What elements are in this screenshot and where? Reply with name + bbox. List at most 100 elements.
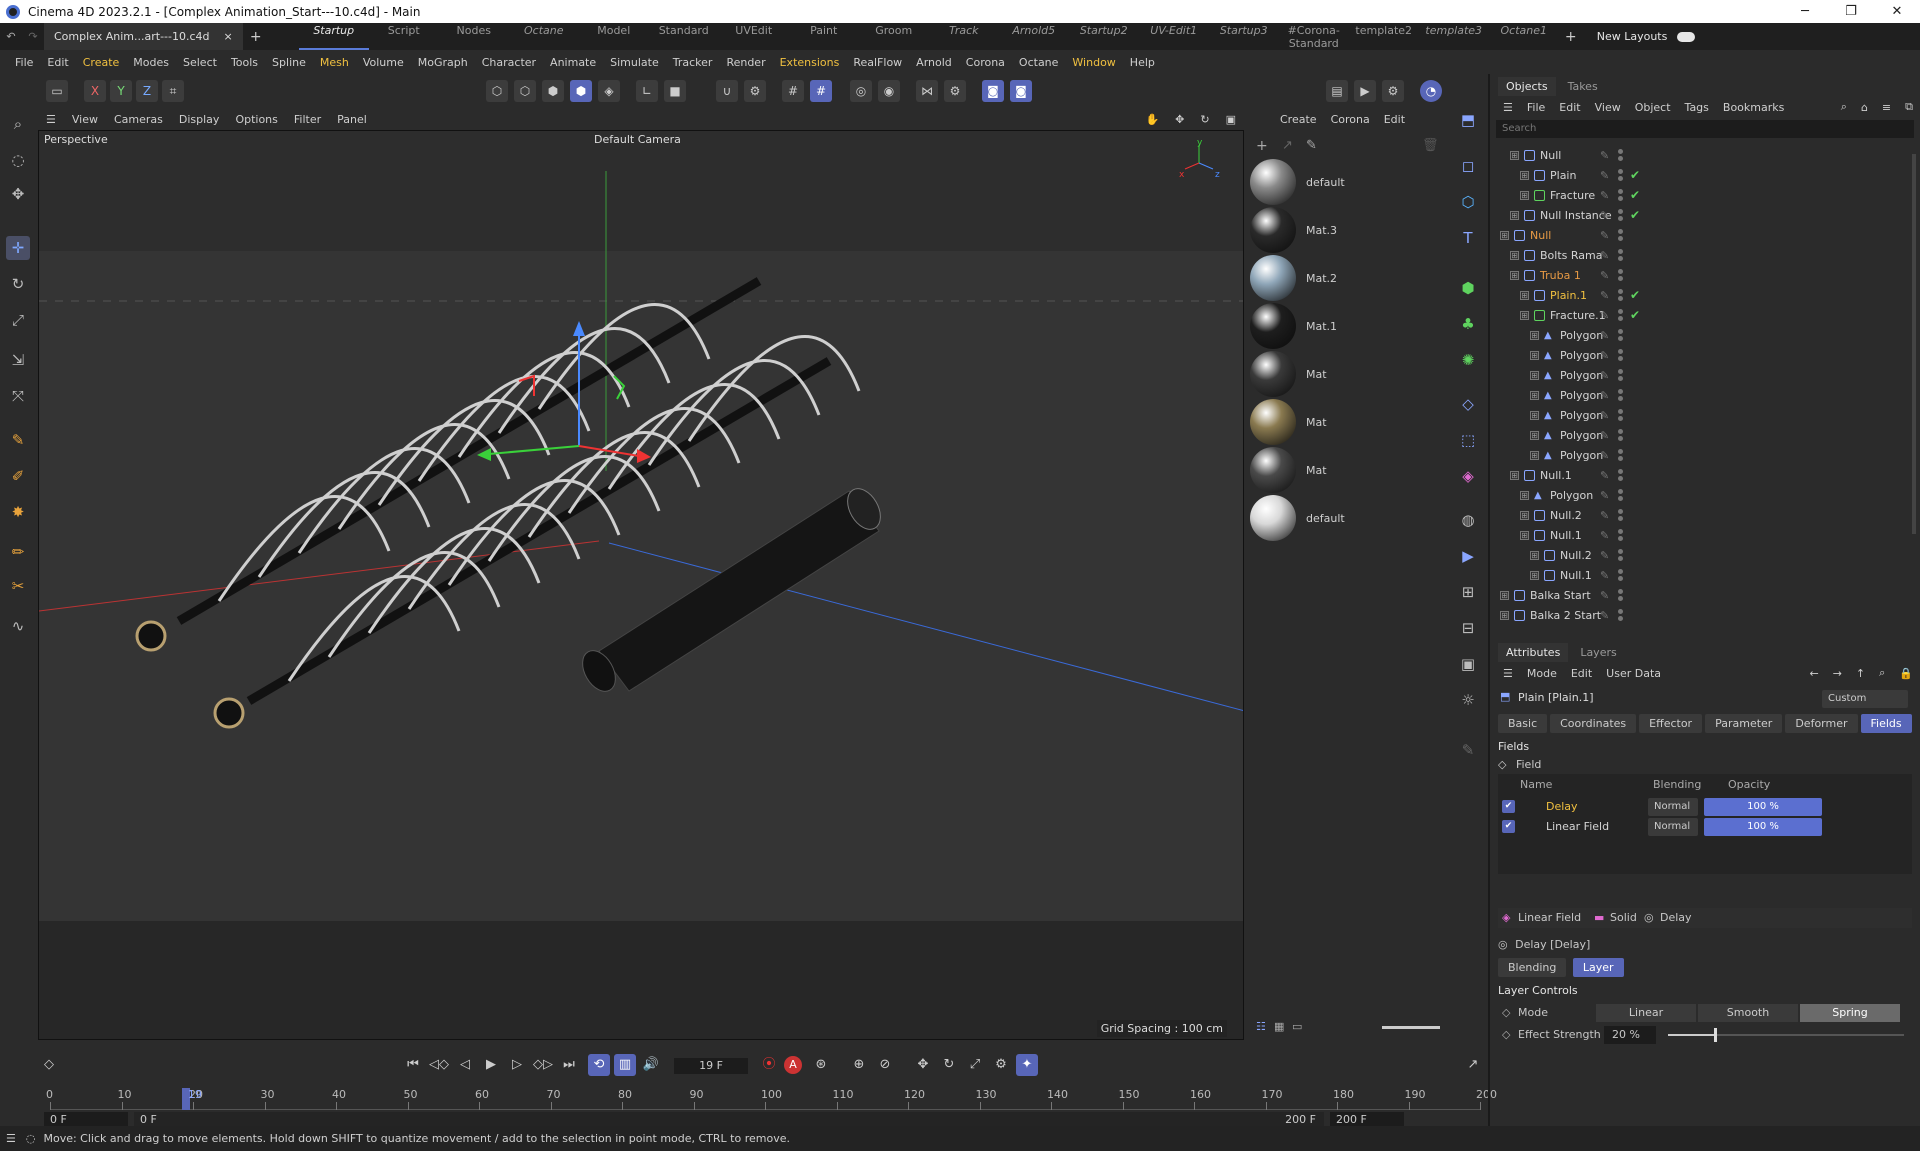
- visibility-dots[interactable]: [1618, 309, 1626, 323]
- render-picture-viewer-icon[interactable]: ▶: [1354, 80, 1376, 102]
- expand-toggle-icon[interactable]: ⊞: [1520, 171, 1529, 180]
- grid-icon[interactable]: #: [782, 80, 804, 102]
- panel-divider[interactable]: [1488, 74, 1490, 1126]
- main-menu-item[interactable]: Spline: [265, 56, 313, 69]
- expand-toggle-icon[interactable]: ⊞: [1510, 151, 1519, 160]
- material-menu-edit[interactable]: Edit: [1384, 113, 1405, 126]
- expand-toggle-icon[interactable]: ⊞: [1530, 331, 1539, 340]
- visibility-dots[interactable]: [1618, 529, 1626, 543]
- edit-pencil-icon[interactable]: ✎: [1600, 589, 1609, 602]
- field-layer-row[interactable]: ✔ Delay Normal 100 %: [1498, 796, 1908, 818]
- object-tree-row[interactable]: ⊞ ▲ Polygon ✎: [1490, 426, 1920, 446]
- material-item[interactable]: default: [1250, 158, 1440, 206]
- light-icon[interactable]: ▣: [1456, 652, 1480, 676]
- maximize-button[interactable]: ❐: [1828, 0, 1874, 23]
- edit-tool-icon[interactable]: ✎: [1456, 738, 1480, 762]
- solid-icon[interactable]: ▬: [1594, 911, 1604, 924]
- new-layouts-button[interactable]: New Layouts: [1597, 30, 1668, 43]
- visibility-dots[interactable]: [1618, 329, 1626, 343]
- play-icon[interactable]: ▶: [480, 1054, 502, 1076]
- field-icon[interactable]: ⬚: [1456, 428, 1480, 452]
- edit-pencil-icon[interactable]: ✎: [1600, 289, 1609, 302]
- layout-tab-item[interactable]: Octane1: [1489, 24, 1559, 50]
- object-tree-row[interactable]: ⊞ Balka Start ✎: [1490, 586, 1920, 606]
- main-menu-item[interactable]: Character: [475, 56, 543, 69]
- scale-tool-icon[interactable]: ⤢: [6, 308, 30, 332]
- object-menu-tags[interactable]: Tags: [1678, 101, 1716, 114]
- expand-toggle-icon[interactable]: ⊞: [1510, 251, 1519, 260]
- rotate-tool-icon[interactable]: ↻: [6, 272, 30, 296]
- visibility-dots[interactable]: [1618, 569, 1626, 583]
- mode-option-linear[interactable]: Linear: [1596, 1004, 1696, 1022]
- add-solid-layer[interactable]: Solid: [1610, 911, 1637, 924]
- x-axis-lock-button[interactable]: X: [84, 80, 106, 102]
- key-pla-icon[interactable]: ✦: [1016, 1054, 1038, 1076]
- material-item[interactable]: Mat.1: [1250, 302, 1440, 350]
- main-menu-item[interactable]: Extensions: [773, 56, 847, 69]
- main-menu-item[interactable]: Help: [1123, 56, 1162, 69]
- layout-tab-item[interactable]: Track: [929, 24, 999, 50]
- field-layer-row[interactable]: ✔ Linear Field Normal 100 %: [1498, 816, 1908, 838]
- fcurve-icon[interactable]: ↗: [1462, 1054, 1484, 1076]
- material-item[interactable]: Mat: [1250, 446, 1440, 494]
- spline-sketch-icon[interactable]: ✐: [6, 464, 30, 488]
- visibility-dots[interactable]: [1618, 429, 1626, 443]
- playhead[interactable]: 19: [181, 1088, 202, 1110]
- tab-blending[interactable]: Blending: [1498, 958, 1567, 977]
- key-move-icon[interactable]: ✥: [912, 1054, 934, 1076]
- attribute-tab-coordinates[interactable]: Coordinates: [1550, 714, 1637, 733]
- expand-toggle-icon[interactable]: ⊞: [1530, 351, 1539, 360]
- add-material-icon[interactable]: +: [1256, 138, 1268, 154]
- visibility-dots[interactable]: [1618, 509, 1626, 523]
- attribute-tab-parameter[interactable]: Parameter: [1705, 714, 1783, 733]
- viewport-menu-display[interactable]: Display: [171, 113, 228, 126]
- enabled-check-icon[interactable]: ✔: [1630, 208, 1640, 222]
- visibility-dots[interactable]: [1618, 409, 1626, 423]
- spline-pen-icon[interactable]: ✎: [6, 428, 30, 452]
- cloner-icon[interactable]: ♣: [1456, 312, 1480, 336]
- link-material-icon[interactable]: ↗: [1282, 138, 1293, 153]
- main-menu-item[interactable]: File: [8, 56, 40, 69]
- edges-mode-icon[interactable]: ⬡: [514, 80, 536, 102]
- layout-toggle[interactable]: [1677, 31, 1696, 42]
- list-view-icon[interactable]: ☷: [1256, 1020, 1266, 1033]
- tweak-tool-icon[interactable]: ✥: [6, 182, 30, 206]
- delay-icon[interactable]: ◎: [1644, 911, 1654, 924]
- object-tree-row[interactable]: ⊞ Bolts Rama ✎: [1490, 246, 1920, 266]
- object-tree-row[interactable]: ⊞ ▲ Polygon ✎: [1490, 486, 1920, 506]
- linear-field-icon[interactable]: ◈: [1502, 911, 1510, 924]
- text-object-icon[interactable]: T: [1456, 226, 1480, 250]
- edit-pencil-icon[interactable]: ✎: [1600, 189, 1609, 202]
- expand-toggle-icon[interactable]: ⊞: [1530, 551, 1539, 560]
- object-tree-row[interactable]: ⊞ ▲ Polygon ✎: [1490, 366, 1920, 386]
- add-document-icon[interactable]: +: [243, 29, 269, 45]
- uv-mode-icon[interactable]: ◈: [598, 80, 620, 102]
- attribute-menu-icon[interactable]: ☰: [1496, 667, 1520, 680]
- main-menu-item[interactable]: Edit: [40, 56, 75, 69]
- key-scale-icon[interactable]: ⤢: [964, 1054, 986, 1076]
- null-object-icon[interactable]: ⬒: [1456, 108, 1480, 132]
- layout-tab-item[interactable]: Arnold5: [999, 24, 1069, 50]
- object-tree-row[interactable]: ⊞ ▲ Polygon ✎: [1490, 446, 1920, 466]
- visibility-dots[interactable]: [1618, 149, 1626, 163]
- viewport-menu-panel[interactable]: Panel: [329, 113, 375, 126]
- next-frame-icon[interactable]: ▷: [506, 1054, 528, 1076]
- material-item[interactable]: Mat.3: [1250, 206, 1440, 254]
- expand-toggle-icon[interactable]: ⊞: [1530, 391, 1539, 400]
- object-tree-row[interactable]: ⊞ Fracture ✎ ✔: [1490, 186, 1920, 206]
- cube-object-icon[interactable]: ◻: [1456, 154, 1480, 178]
- object-menu-object[interactable]: Object: [1628, 101, 1678, 114]
- edit-pencil-icon[interactable]: ✎: [1600, 469, 1609, 482]
- effector-icon[interactable]: ✺: [1456, 348, 1480, 372]
- object-menu-bookmarks[interactable]: Bookmarks: [1716, 101, 1791, 114]
- dynamics-icon[interactable]: ◎: [850, 80, 872, 102]
- layout-tab-item[interactable]: UV-Edit1: [1139, 24, 1209, 50]
- expand-toggle-icon[interactable]: ⊞: [1500, 591, 1509, 600]
- field-enable-checkbox[interactable]: ✔: [1502, 820, 1515, 833]
- attribute-tab-effector[interactable]: Effector: [1639, 714, 1703, 733]
- object-tree-row[interactable]: ⊞ Null.1 ✎: [1490, 566, 1920, 586]
- select-tool-icon[interactable]: ◌: [6, 148, 30, 172]
- effect-strength-slider-handle[interactable]: [1714, 1028, 1718, 1042]
- keyframe-selection-icon[interactable]: ⊛: [810, 1054, 832, 1076]
- viewport-icon[interactable]: ▭: [46, 80, 68, 102]
